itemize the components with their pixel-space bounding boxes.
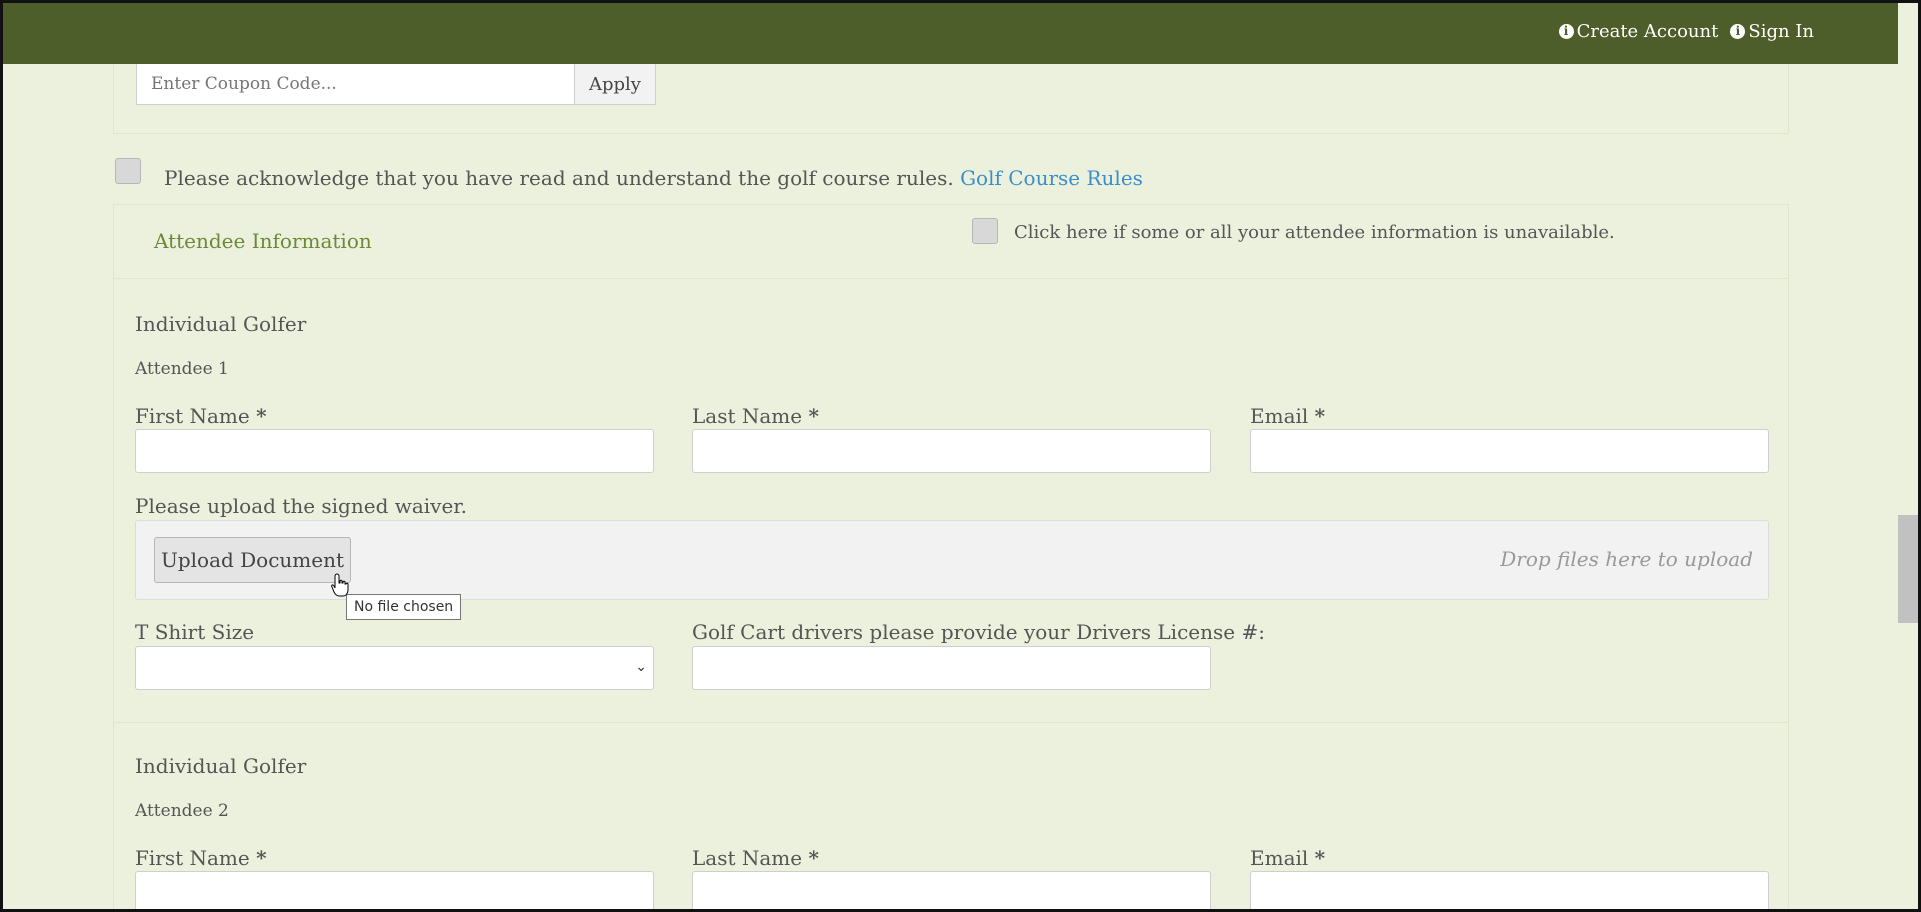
- attendee-1-last-name-input[interactable]: [692, 429, 1211, 473]
- drop-files-hint: Drop files here to upload: [1500, 547, 1753, 571]
- upload-document-button[interactable]: Upload Document: [154, 537, 351, 583]
- no-file-tooltip: No file chosen: [346, 594, 462, 620]
- attendee-2-first-name-label: First Name *: [135, 846, 267, 870]
- coupon-code-input[interactable]: [136, 63, 575, 105]
- sign-in-link[interactable]: i Sign In: [1730, 21, 1814, 42]
- attendee-1-first-name-label: First Name *: [135, 404, 267, 428]
- file-drop-zone[interactable]: Upload Document Drop files here to uploa…: [135, 520, 1769, 600]
- tshirt-size-select[interactable]: ⌄: [135, 646, 654, 690]
- attendee-2-email-input[interactable]: [1250, 871, 1769, 909]
- info-icon: i: [1558, 24, 1574, 39]
- acknowledge-text: Please acknowledge that you have read an…: [164, 166, 1143, 190]
- waiver-upload-label: Please upload the signed waiver.: [135, 494, 468, 518]
- tshirt-size-label: T Shirt Size: [135, 620, 255, 644]
- top-nav: i Create Account i Sign In: [1558, 21, 1814, 42]
- attendee-2-email-label: Email *: [1250, 846, 1326, 870]
- attendee-2-label: Attendee 2: [135, 801, 229, 821]
- drivers-license-input[interactable]: [692, 646, 1211, 690]
- hand-cursor-icon: [331, 573, 349, 597]
- attendee-unavailable-checkbox[interactable]: [972, 218, 998, 244]
- scrollbar-thumb[interactable]: [1898, 515, 1918, 623]
- attendee-1-label: Attendee 1: [135, 359, 229, 379]
- golf-course-rules-link[interactable]: Golf Course Rules: [960, 166, 1143, 190]
- attendee-1-first-name-input[interactable]: [135, 429, 654, 473]
- attendee-1-last-name-label: Last Name *: [692, 404, 819, 428]
- page-frame: Apply Please acknowledge that you have r…: [0, 0, 1921, 912]
- chevron-down-icon: ⌄: [635, 659, 647, 675]
- attendee-information-title: Attendee Information: [154, 229, 372, 253]
- attendee-1-email-label: Email *: [1250, 404, 1326, 428]
- attendee-2-last-name-input[interactable]: [692, 871, 1211, 909]
- scrollbar[interactable]: [1898, 3, 1918, 909]
- attendee-1-email-input[interactable]: [1250, 429, 1769, 473]
- info-icon: i: [1730, 24, 1746, 39]
- attendee-2-last-name-label: Last Name *: [692, 846, 819, 870]
- acknowledge-rules-checkbox[interactable]: [115, 158, 141, 184]
- acknowledge-label: Please acknowledge that you have read an…: [164, 166, 954, 190]
- create-account-link[interactable]: i Create Account: [1558, 21, 1718, 42]
- drivers-license-label: Golf Cart drivers please provide your Dr…: [692, 620, 1265, 644]
- attendee-2-first-name-input[interactable]: [135, 871, 654, 909]
- attendee-unavailable-label: Click here if some or all your attendee …: [1014, 222, 1615, 243]
- attendee-2-type: Individual Golfer: [135, 754, 307, 778]
- attendee-1-type: Individual Golfer: [135, 312, 307, 336]
- attendee-divider: [113, 722, 1789, 723]
- top-navbar: i Create Account i Sign In: [3, 3, 1918, 64]
- apply-coupon-button[interactable]: Apply: [574, 63, 656, 105]
